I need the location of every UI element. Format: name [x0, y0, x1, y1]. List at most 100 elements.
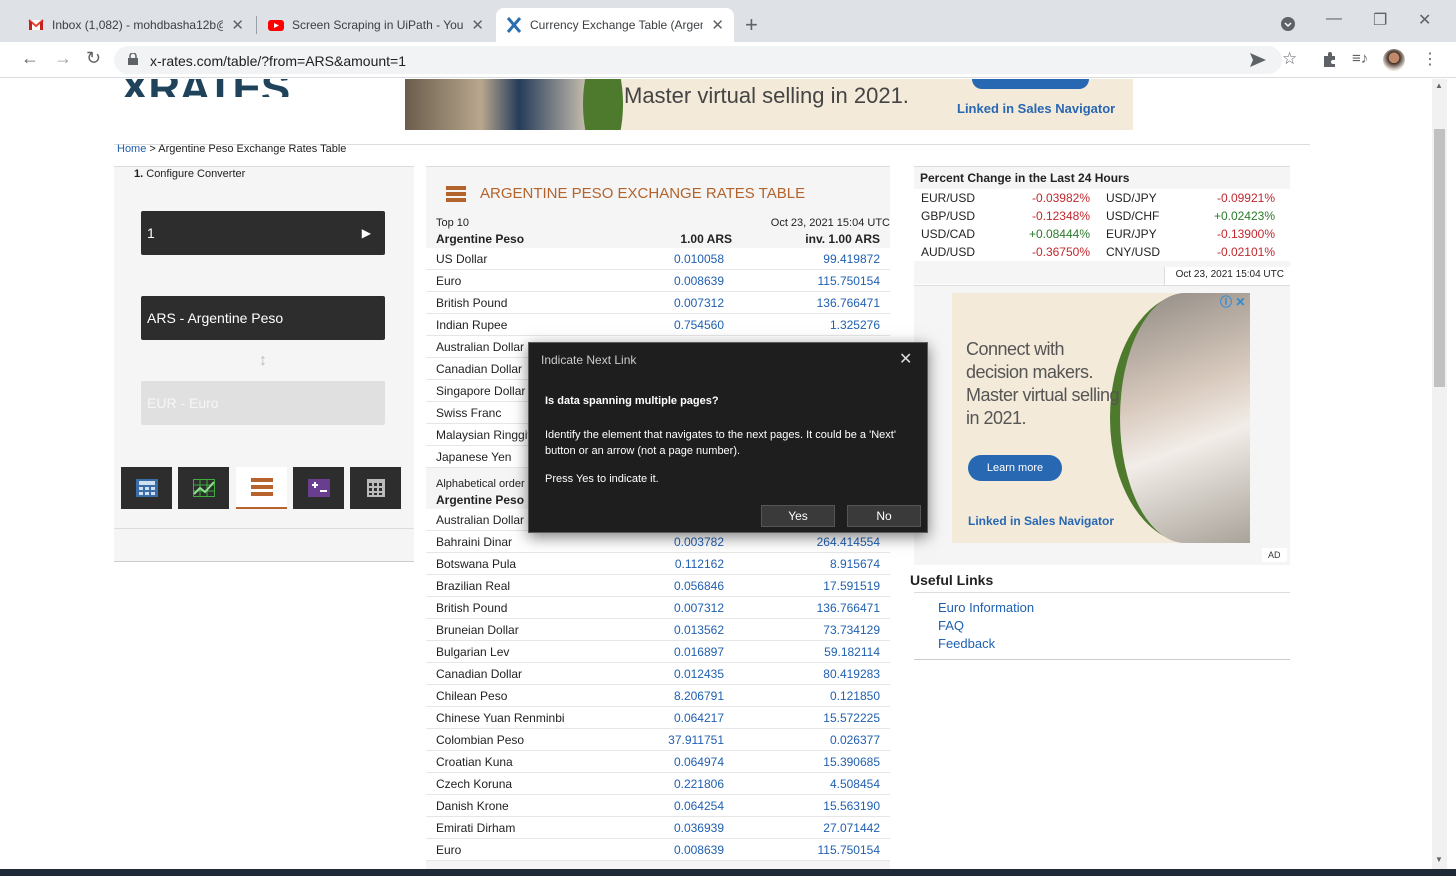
- restore-icon[interactable]: ❐: [1373, 10, 1387, 30]
- inverse-rate-link[interactable]: 136.766471: [726, 601, 880, 615]
- rate-link[interactable]: 0.221806: [614, 777, 724, 791]
- media-queue-icon[interactable]: ≡♪: [1352, 50, 1368, 67]
- rate-link[interactable]: 0.010058: [614, 252, 724, 266]
- rate-link[interactable]: 0.056846: [614, 579, 724, 593]
- currency-pair-link[interactable]: EUR/JPY: [1106, 227, 1157, 241]
- swap-currencies-icon[interactable]: ↕: [259, 352, 267, 370]
- from-currency-select[interactable]: ARS - Argentine Peso: [141, 296, 385, 340]
- breadcrumb-home-link[interactable]: Home: [117, 143, 146, 155]
- inverse-rate-link[interactable]: 73.734129: [726, 623, 880, 637]
- inverse-rate-link[interactable]: 115.750154: [726, 843, 880, 857]
- inverse-rate-link[interactable]: 15.563190: [726, 799, 880, 813]
- inverse-rate-link[interactable]: 8.915674: [726, 557, 880, 571]
- faq-link[interactable]: FAQ: [938, 618, 964, 633]
- send-icon[interactable]: [1250, 53, 1266, 67]
- rate-link[interactable]: 0.008639: [614, 843, 724, 857]
- graph-button[interactable]: [178, 467, 229, 509]
- rate-link[interactable]: 0.112162: [614, 557, 724, 571]
- no-button[interactable]: No: [847, 505, 921, 527]
- inverse-rate-link[interactable]: 136.766471: [726, 296, 880, 310]
- site-logo[interactable]: XRATES: [120, 79, 289, 97]
- currency-pair-link[interactable]: USD/JPY: [1106, 191, 1157, 205]
- back-icon[interactable]: ←: [21, 48, 39, 69]
- rates-table-button[interactable]: [236, 467, 287, 509]
- ad-button[interactable]: [972, 79, 1089, 89]
- scroll-down-icon[interactable]: ▼: [1435, 855, 1443, 864]
- currency-pair-link[interactable]: AUD/USD: [921, 245, 975, 259]
- scrollbar-thumb[interactable]: [1434, 129, 1445, 387]
- minimize-icon[interactable]: —: [1326, 10, 1342, 28]
- currency-pair-link[interactable]: EUR/USD: [921, 191, 975, 205]
- euro-information-link[interactable]: Euro Information: [938, 600, 1034, 615]
- learn-more-button[interactable]: Learn more: [968, 455, 1062, 481]
- rate-link[interactable]: 0.016897: [614, 645, 724, 659]
- inverse-rate-link[interactable]: 0.026377: [726, 733, 880, 747]
- inverse-rate-link[interactable]: 264.414554: [726, 535, 880, 549]
- rate-link[interactable]: 0.064217: [614, 711, 724, 725]
- page-scrollbar[interactable]: ▲ ▼: [1432, 79, 1447, 869]
- close-tab-icon[interactable]: ✕: [231, 16, 244, 34]
- to-currency-select[interactable]: EUR - Euro: [141, 381, 385, 425]
- table-row: Emirati Dirham 0.036939 27.071442: [426, 817, 890, 839]
- tab-youtube[interactable]: Screen Scraping in UiPath - YouT ✕: [258, 8, 494, 42]
- more-menu-icon[interactable]: ⋮: [1422, 49, 1438, 69]
- inverse-rate-link[interactable]: 15.572225: [726, 711, 880, 725]
- inverse-rate-link[interactable]: 99.419872: [726, 252, 880, 266]
- side-ad[interactable]: Connect with decision makers. Master vir…: [952, 293, 1250, 543]
- inverse-rate-link[interactable]: 27.071442: [726, 821, 880, 835]
- tab-xrates[interactable]: Currency Exchange Table (Argent ✕: [496, 8, 734, 42]
- rate-link[interactable]: 0.007312: [614, 296, 724, 310]
- currency-name: Malaysian Ringgit: [436, 428, 531, 442]
- inverse-rate-link[interactable]: 15.390685: [726, 755, 880, 769]
- rate-link[interactable]: 8.206791: [614, 689, 724, 703]
- currency-pair-link[interactable]: GBP/USD: [921, 209, 975, 223]
- yes-button[interactable]: Yes: [761, 505, 835, 527]
- currency-name: Singapore Dollar: [436, 384, 526, 398]
- currency-pair-link[interactable]: USD/CAD: [921, 227, 975, 241]
- calculator-plus-minus-button[interactable]: [293, 467, 344, 509]
- close-window-icon[interactable]: ✕: [1418, 10, 1431, 30]
- rate-link[interactable]: 0.754560: [614, 318, 724, 332]
- monthly-average-button[interactable]: [350, 467, 401, 509]
- play-arrow-icon[interactable]: ▶: [362, 226, 371, 240]
- calculator-button[interactable]: [121, 467, 172, 509]
- rate-link[interactable]: 0.012435: [614, 667, 724, 681]
- bookmark-star-icon[interactable]: ☆: [1282, 49, 1297, 69]
- profile-avatar[interactable]: [1383, 49, 1405, 71]
- graph-icon: [192, 479, 215, 497]
- close-tab-icon[interactable]: ✕: [711, 16, 724, 34]
- table-row: Canadian Dollar 0.012435 80.419283: [426, 663, 890, 685]
- inverse-rate-link[interactable]: 115.750154: [726, 274, 880, 288]
- inverse-rate-link[interactable]: 1.325276: [726, 318, 880, 332]
- rate-link[interactable]: 37.911751: [614, 733, 724, 747]
- currency-pair-link[interactable]: CNY/USD: [1106, 245, 1160, 259]
- inverse-rate-link[interactable]: 17.591519: [726, 579, 880, 593]
- amount-input[interactable]: 1 ▶: [141, 211, 385, 255]
- extensions-icon[interactable]: [1322, 52, 1337, 67]
- dialog-close-icon[interactable]: ✕: [899, 349, 912, 369]
- rate-link[interactable]: 0.064254: [614, 799, 724, 813]
- tab-search-icon[interactable]: [1281, 17, 1295, 31]
- currency-pair-link[interactable]: USD/CHF: [1106, 209, 1159, 223]
- tool-icon-row: [120, 467, 410, 509]
- address-bar[interactable]: x-rates.com/table/?from=ARS&amount=1: [114, 46, 1282, 74]
- ad-info-close-icon[interactable]: ⓘ ✕: [1220, 293, 1245, 310]
- inverse-rate-link[interactable]: 0.121850: [726, 689, 880, 703]
- inverse-rate-link[interactable]: 80.419283: [726, 667, 880, 681]
- scroll-up-icon[interactable]: ▲: [1435, 81, 1443, 90]
- rate-link[interactable]: 0.007312: [614, 601, 724, 615]
- top-banner-ad[interactable]: Master virtual selling in 2021. Linked i…: [405, 79, 1133, 130]
- tab-gmail[interactable]: Inbox (1,082) - mohdbasha12b@ ✕: [18, 8, 254, 42]
- feedback-link[interactable]: Feedback: [938, 636, 995, 651]
- rate-link[interactable]: 0.013562: [614, 623, 724, 637]
- rate-link[interactable]: 0.003782: [614, 535, 724, 549]
- rate-link[interactable]: 0.036939: [614, 821, 724, 835]
- new-tab-button[interactable]: +: [745, 12, 758, 38]
- close-tab-icon[interactable]: ✕: [471, 16, 484, 34]
- inverse-rate-link[interactable]: 59.182114: [726, 645, 880, 659]
- forward-icon[interactable]: →: [54, 48, 72, 69]
- rate-link[interactable]: 0.008639: [614, 274, 724, 288]
- reload-icon[interactable]: ↻: [86, 48, 101, 69]
- rate-link[interactable]: 0.064974: [614, 755, 724, 769]
- inverse-rate-link[interactable]: 4.508454: [726, 777, 880, 791]
